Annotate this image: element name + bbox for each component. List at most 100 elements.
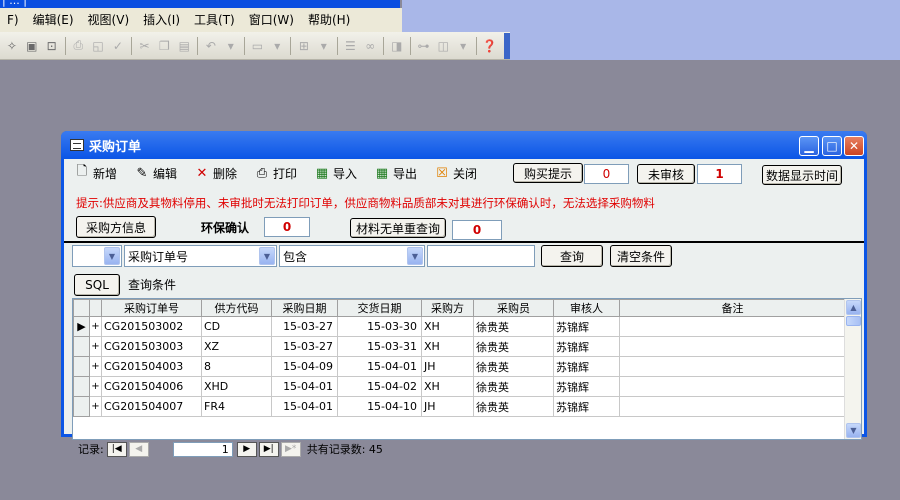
clerk-cell[interactable]: 徐贵英	[473, 336, 554, 357]
delivery-date-cell[interactable]: 15-04-02	[337, 376, 422, 397]
first-record-icon[interactable]: |◀	[106, 441, 127, 457]
expand-icon[interactable]: +	[89, 316, 102, 337]
link-icon[interactable]: ∞	[362, 36, 378, 56]
view-dropdown-icon[interactable]: ▾	[269, 36, 285, 56]
query-button[interactable]: 查询	[541, 245, 603, 267]
close-window-button[interactable]: ✕	[844, 136, 864, 156]
menu-view[interactable]: 视图(V)	[81, 8, 137, 32]
clerk-cell[interactable]: 徐贵英	[473, 356, 554, 377]
expand-icon[interactable]: +	[89, 396, 102, 417]
clerk-cell[interactable]: 徐贵英	[473, 376, 554, 397]
last-record-icon[interactable]: ▶|	[258, 441, 279, 457]
new-record-icon[interactable]: ▶*	[280, 441, 301, 457]
purchase-prompt-button[interactable]: 购买提示	[513, 163, 583, 183]
print-button[interactable]: ⎙ 打印	[254, 164, 297, 182]
menu-window[interactable]: 窗口(W)	[242, 8, 301, 32]
new-object-dropdown-icon[interactable]: ▾	[455, 36, 471, 56]
query-value-input[interactable]	[427, 245, 535, 267]
current-row-indicator-icon[interactable]: ▶	[73, 316, 90, 337]
export-button[interactable]: ▦ 导出	[374, 164, 417, 182]
scroll-down-icon[interactable]: ▼	[846, 423, 861, 438]
order-no-cell[interactable]: CG201504003	[101, 356, 202, 377]
expand-icon[interactable]: +	[89, 376, 102, 397]
table-row[interactable]: + CG201504006 XHD 15-04-01 15-04-02 XH 徐…	[73, 376, 846, 397]
database-window-icon[interactable]: ◨	[389, 36, 405, 56]
menu-file[interactable]: F)	[0, 8, 26, 32]
column-header[interactable]: 审核人	[553, 299, 620, 317]
supplier-cell[interactable]: FR4	[201, 396, 272, 417]
buyer-info-button[interactable]: 采购方信息	[76, 216, 156, 238]
column-header[interactable]: 采购员	[473, 299, 554, 317]
menu-help[interactable]: 帮助(H)	[301, 8, 357, 32]
buyer-cell[interactable]: JH	[421, 396, 474, 417]
menu-tools[interactable]: 工具(T)	[187, 8, 242, 32]
print-preview-icon[interactable]: ◱	[90, 36, 106, 56]
close-button[interactable]: ☒ 关闭	[434, 164, 477, 182]
column-header[interactable]: 采购方	[421, 299, 474, 317]
menu-insert[interactable]: 插入(I)	[136, 8, 187, 32]
undo-dropdown-icon[interactable]: ▾	[223, 36, 239, 56]
note-cell[interactable]	[619, 316, 846, 337]
row-selector[interactable]	[73, 376, 90, 397]
edit-button[interactable]: ✎ 编辑	[134, 164, 177, 182]
purchase-date-cell[interactable]: 15-04-01	[271, 396, 338, 417]
buyer-cell[interactable]: JH	[421, 356, 474, 377]
material-query-button[interactable]: 材料无单重查询	[350, 218, 446, 238]
delivery-date-cell[interactable]: 15-04-01	[337, 356, 422, 377]
vertical-scrollbar[interactable]: ▲ ▼	[844, 299, 861, 439]
copy-icon[interactable]: ❐	[157, 36, 173, 56]
help-icon[interactable]: ❓	[482, 36, 498, 56]
delivery-date-cell[interactable]: 15-04-10	[337, 396, 422, 417]
unreviewed-button[interactable]: 未审核	[637, 164, 695, 184]
undo-icon[interactable]: ↶	[203, 36, 219, 56]
row-selector[interactable]	[73, 356, 90, 377]
reviewer-cell[interactable]: 苏锦辉	[553, 396, 620, 417]
row-selector[interactable]	[73, 336, 90, 357]
note-cell[interactable]	[619, 396, 846, 417]
current-record-input[interactable]: 1	[172, 441, 233, 457]
chevron-down-icon[interactable]: ▼	[407, 247, 423, 265]
expand-icon[interactable]: +	[89, 356, 102, 377]
clerk-cell[interactable]: 徐贵英	[473, 316, 554, 337]
table-row[interactable]: + CG201504003 8 15-04-09 15-04-01 JH 徐贵英…	[73, 356, 846, 377]
clerk-cell[interactable]: 徐贵英	[473, 396, 554, 417]
purchase-date-cell[interactable]: 15-03-27	[271, 316, 338, 337]
order-no-cell[interactable]: CG201504007	[101, 396, 202, 417]
purchase-date-cell[interactable]: 15-04-01	[271, 376, 338, 397]
reviewer-cell[interactable]: 苏锦辉	[553, 356, 620, 377]
new-object-icon[interactable]: ◫	[435, 36, 451, 56]
operator-select[interactable]: 包含 ▼	[279, 245, 425, 267]
data-display-time-button[interactable]: 数据显示时间	[762, 165, 842, 185]
buyer-cell[interactable]: XH	[421, 376, 474, 397]
supplier-cell[interactable]: CD	[201, 316, 272, 337]
insert-dropdown-icon[interactable]: ▾	[316, 36, 332, 56]
column-header[interactable]: 采购日期	[271, 299, 338, 317]
menu-edit[interactable]: 编辑(E)	[26, 8, 81, 32]
previous-record-icon[interactable]: ◀	[128, 441, 149, 457]
chevron-down-icon[interactable]: ▼	[259, 247, 275, 265]
purchase-date-cell[interactable]: 15-03-27	[271, 336, 338, 357]
note-cell[interactable]	[619, 376, 846, 397]
maximize-button[interactable]: □	[822, 136, 842, 156]
preview-icon[interactable]: ⊡	[44, 36, 60, 56]
row-selector[interactable]	[73, 396, 90, 417]
field-select[interactable]: 采购订单号 ▼	[124, 245, 277, 267]
reviewer-cell[interactable]: 苏锦辉	[553, 376, 620, 397]
note-cell[interactable]	[619, 356, 846, 377]
note-cell[interactable]	[619, 336, 846, 357]
scroll-thumb[interactable]	[846, 316, 861, 326]
minimize-button[interactable]: ▁	[799, 136, 819, 156]
spellcheck-icon[interactable]: ✓	[110, 36, 126, 56]
chevron-down-icon[interactable]: ▼	[104, 247, 120, 265]
order-no-cell[interactable]: CG201504006	[101, 376, 202, 397]
new-button[interactable]: 🗋 新增	[74, 164, 117, 182]
cut-icon[interactable]: ✂	[137, 36, 153, 56]
next-record-icon[interactable]: ▶	[236, 441, 257, 457]
table-row[interactable]: + CG201504007 FR4 15-04-01 15-04-10 JH 徐…	[73, 396, 846, 417]
window-titlebar[interactable]: 采购订单 ▁ □ ✕	[61, 131, 867, 159]
supplier-cell[interactable]: XZ	[201, 336, 272, 357]
order-no-cell[interactable]: CG201503002	[101, 316, 202, 337]
paste-icon[interactable]: ▤	[176, 36, 192, 56]
column-header[interactable]: 交货日期	[337, 299, 422, 317]
expand-icon[interactable]: +	[89, 336, 102, 357]
